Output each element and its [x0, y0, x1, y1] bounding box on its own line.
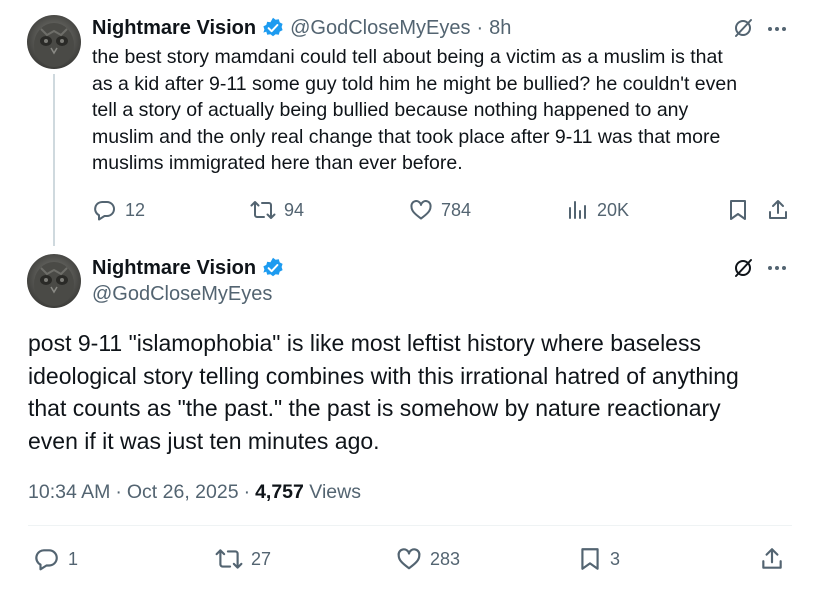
avatar[interactable]	[27, 254, 81, 308]
post-date[interactable]: Oct 26, 2025	[127, 481, 239, 504]
tweet-meta: 10:34 AM · Oct 26, 2025 · 4,757 Views	[28, 481, 361, 504]
like-count: 784	[441, 199, 472, 220]
bookmark-icon[interactable]	[727, 198, 749, 227]
share-icon[interactable]	[766, 198, 790, 227]
tweet-text-line: muslims immigrated here than ever before…	[92, 152, 463, 174]
tweet-header: Nightmare Vision	[92, 255, 284, 281]
author-name[interactable]: Nightmare Vision	[92, 17, 256, 40]
repost-icon	[250, 198, 276, 222]
tweet-text-line: ideological story telling combines with …	[28, 362, 739, 389]
divider	[28, 525, 792, 526]
tweet-text-line: post 9-11 "islamophobia" is like most le…	[28, 330, 701, 356]
thread-line	[53, 74, 55, 246]
like-icon	[409, 198, 433, 222]
tweet-text-line: as a kid after 9-11 some guy told him he…	[92, 72, 738, 95]
author-name[interactable]: Nightmare Vision	[92, 257, 256, 280]
repost-count: 27	[251, 548, 272, 569]
views-label: Views	[309, 481, 361, 503]
reply-button[interactable]: 1	[34, 546, 78, 572]
separator: ·	[115, 481, 122, 503]
view-count-number: 4,757	[255, 481, 304, 503]
reply-button[interactable]: 12	[93, 198, 145, 222]
author-handle[interactable]: @GodCloseMyEyes	[92, 283, 272, 306]
views-icon	[567, 198, 589, 222]
tweet-text-line: even if it was just ten minutes ago.	[28, 427, 380, 454]
like-icon	[396, 546, 422, 572]
repost-button[interactable]: 27	[215, 546, 271, 572]
tweet-text-line: tell a story of actually being bullied b…	[92, 99, 689, 121]
reply-icon	[34, 546, 60, 572]
tweet-text: post 9-11 "islamophobia" is like most le…	[28, 327, 798, 457]
like-button[interactable]: 283	[396, 546, 460, 572]
tweet-header: Nightmare Vision @GodCloseMyEyes · 8h	[92, 15, 511, 41]
views-button[interactable]: 20K	[567, 198, 629, 222]
tweet-text-line: the best story mamdani could tell about …	[92, 46, 723, 68]
grok-icon[interactable]	[732, 17, 754, 44]
share-icon[interactable]	[759, 546, 785, 577]
like-button[interactable]: 784	[409, 198, 471, 222]
reply-count: 12	[125, 199, 146, 220]
like-count: 283	[430, 548, 461, 569]
tweet-text: the best story mamdani could tell about …	[92, 44, 792, 177]
tweet-text-line: muslim and the only real change that too…	[92, 125, 721, 148]
reply-count: 1	[68, 548, 79, 569]
post-time[interactable]: 10:34 AM	[28, 481, 110, 504]
view-count[interactable]: 4,757 Views	[255, 481, 361, 504]
more-icon[interactable]	[766, 257, 788, 284]
verified-badge-icon	[262, 257, 284, 279]
tweet-text-line: that counts as "the past." the past is s…	[28, 395, 721, 421]
avatar[interactable]	[27, 15, 81, 69]
author-handle[interactable]: @GodCloseMyEyes	[290, 17, 470, 40]
separator: ·	[243, 481, 251, 503]
repost-count: 94	[284, 199, 305, 220]
timestamp[interactable]: 8h	[489, 17, 511, 40]
views-count: 20K	[597, 199, 630, 220]
verified-badge-icon	[262, 17, 284, 39]
bookmark-count: 3	[610, 548, 621, 569]
more-icon[interactable]	[766, 18, 788, 45]
repost-icon	[215, 546, 243, 572]
bookmark-button[interactable]: 3	[578, 546, 620, 572]
repost-button[interactable]: 94	[250, 198, 304, 222]
reply-icon	[93, 198, 117, 222]
separator: ·	[476, 16, 484, 39]
bookmark-icon	[578, 546, 602, 572]
grok-icon[interactable]	[732, 257, 754, 284]
